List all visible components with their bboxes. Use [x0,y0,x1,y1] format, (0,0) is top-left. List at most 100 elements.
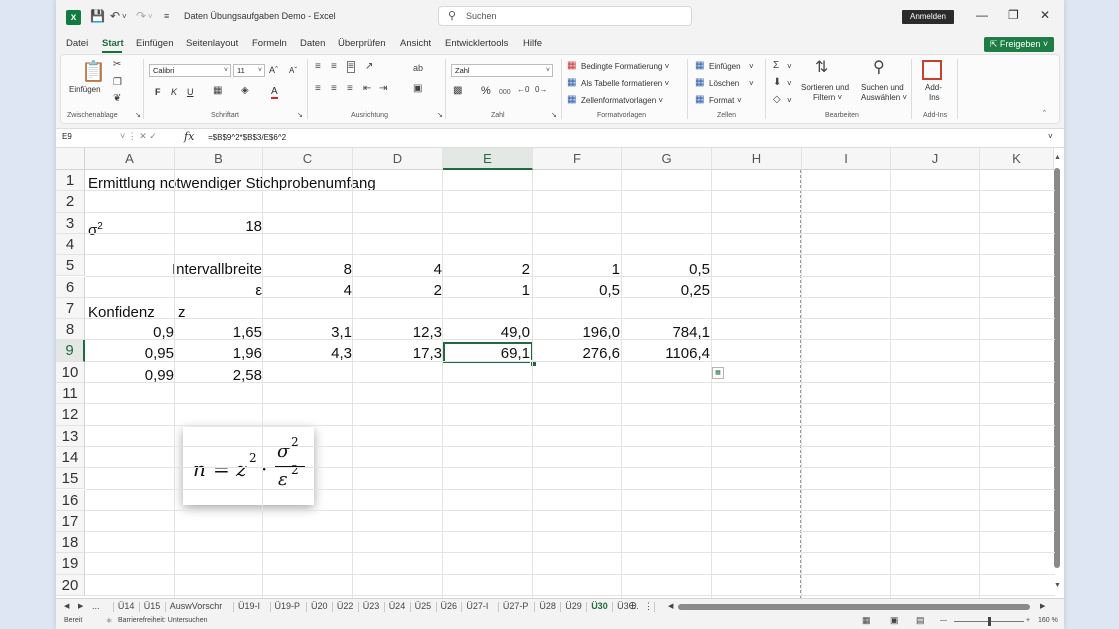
format-dropdown-icon[interactable]: ˅ [737,96,742,105]
clipboard-launcher-icon[interactable]: ↘ [135,111,141,119]
clear-icon[interactable]: ◇ [773,94,781,105]
search-box[interactable]: ⚲ Suchen [438,6,692,26]
row-header[interactable]: 13 [56,425,85,447]
hscroll-left-icon[interactable]: ◀ [668,602,673,610]
row-header[interactable]: 20 [56,574,85,596]
tab-scroll-left-icon[interactable]: ◀ [64,602,69,610]
undo-icon[interactable]: ↶ [110,9,120,23]
formula-input[interactable]: =$B$9^2*$B$3/E$6^2 [208,133,286,142]
accessibility-icon[interactable]: ⚛ [106,617,112,625]
row-header[interactable]: 15 [56,468,85,490]
tab-ueberpruefen[interactable]: Überprüfen [338,38,386,49]
tab-entwicklertools[interactable]: Entwicklertools [445,38,508,49]
decrease-decimal-icon[interactable]: 0→ [535,85,547,94]
name-box[interactable]: E9 [62,132,72,141]
tab-ansicht[interactable]: Ansicht [400,38,431,49]
cell-d6[interactable]: 2 [354,280,442,301]
sheet-tab[interactable]: ... [92,601,100,611]
column-header[interactable]: A [85,148,175,170]
conditional-formatting-button[interactable]: Bedingte Formatierung ˅ [581,62,669,71]
cell-b5[interactable]: Intervallbreite [116,259,262,280]
row-header[interactable]: 19 [56,553,85,575]
cell-styles-icon[interactable]: ▦ [567,94,576,105]
row-header[interactable]: 8 [56,319,85,341]
worksheet-grid[interactable]: Ermittlung notwendiger Stichprobenumfang… [56,148,1064,598]
fill-dropdown-icon[interactable]: ˅ [787,79,792,88]
conditional-formatting-icon[interactable]: ▦ [567,60,576,71]
number-launcher-icon[interactable]: ↘ [551,111,557,119]
cell-b7[interactable]: z [178,302,186,323]
alignment-launcher-icon[interactable]: ↘ [437,111,443,119]
tab-scroll-right-icon[interactable]: ▶ [78,602,83,610]
number-format-combo[interactable]: Zahl ˅ [451,64,553,77]
insert-dropdown-icon[interactable]: ˅ [749,62,754,71]
sheet-tab[interactable]: Ü23 [363,601,380,611]
align-top-icon[interactable]: ≡ [315,61,321,72]
cell-c5[interactable]: 8 [264,259,352,280]
accessibility-status[interactable]: Barrierefreiheit: Untersuchen [118,617,208,624]
format-cells-icon[interactable]: ▦ [695,94,704,105]
addins-label-1[interactable]: Add- [925,83,942,92]
horizontal-scroll-thumb[interactable] [678,604,1030,610]
column-header[interactable]: C [263,148,353,170]
row-header[interactable]: 18 [56,532,85,554]
accounting-format-icon[interactable]: ▩ [453,85,462,96]
hscroll-right-icon[interactable]: ▶ [1040,602,1045,610]
tab-hilfe[interactable]: Hilfe [523,38,542,49]
borders-icon[interactable]: ▦ [213,85,222,96]
delete-dropdown-icon[interactable]: ˅ [749,79,754,88]
formula-image[interactable]: n = z 2 · σ 2 ε 2 [183,427,314,505]
bold-button[interactable]: F [155,87,161,97]
cell-f5[interactable]: 1 [532,259,620,280]
expand-formula-bar-icon[interactable]: ˅ [1048,132,1053,141]
scroll-down-icon[interactable]: ▼ [1054,582,1061,589]
row-header[interactable]: 12 [56,404,85,426]
cell-g6[interactable]: 0,25 [622,280,710,301]
tab-einfuegen[interactable]: Einfügen [136,38,174,49]
column-header[interactable]: J [891,148,980,170]
insert-function-icon[interactable]: fx [184,130,194,143]
restore-icon[interactable]: ❐ [1008,8,1019,22]
sort-filter-icon[interactable]: ⇅ [815,57,828,77]
column-header[interactable]: H [712,148,802,170]
sheet-tab[interactable]: Ü15 [144,601,161,611]
sort-filter-label-1[interactable]: Sortieren und [801,83,849,92]
sheet-tab[interactable]: Ü19-P [275,601,301,611]
copy-icon[interactable]: ❐ [113,77,122,88]
addins-icon[interactable] [922,60,942,80]
row-header[interactable]: 1 [56,170,85,192]
column-header[interactable]: K [980,148,1054,170]
row-header[interactable]: 11 [56,383,85,405]
row-header[interactable]: 2 [56,191,85,213]
format-cells-button[interactable]: Format [709,96,734,105]
row-header[interactable]: 5 [56,255,85,277]
fill-icon[interactable]: ⬇ [773,77,781,88]
row-header[interactable]: 6 [56,276,85,298]
tab-start[interactable]: Start [102,38,124,49]
cell-e6[interactable]: 1 [444,280,530,301]
clear-dropdown-icon[interactable]: ˅ [787,96,792,105]
zoom-slider-thumb[interactable] [988,617,991,626]
autosum-icon[interactable]: Σ [773,60,779,71]
redo-icon[interactable]: ↷ [136,9,146,23]
sheet-tab[interactable]: Ü29 [565,601,582,611]
align-middle-icon[interactable]: ≡ [331,61,337,72]
increase-decimal-icon[interactable]: ←0 [517,85,529,94]
font-name-combo[interactable]: Calibri ˅ [149,64,231,77]
cell-styles-button[interactable]: Zellenformatvorlagen ˅ [581,96,663,105]
align-center-icon[interactable]: ≡ [331,83,337,94]
find-select-icon[interactable]: ⚲ [873,57,885,77]
decrease-indent-icon[interactable]: ⇤ [363,83,371,94]
tab-seitenlayout[interactable]: Seitenlayout [186,38,238,49]
column-header[interactable]: F [533,148,622,170]
vertical-scroll-thumb[interactable] [1054,168,1060,568]
column-header[interactable]: E [443,148,533,170]
column-header[interactable]: G [622,148,712,170]
save-icon[interactable]: 💾 [90,9,105,23]
underline-button[interactable]: U [187,87,194,97]
redo-dropdown-icon[interactable]: ˅ [148,12,153,21]
paste-icon[interactable]: 📋 [81,59,106,84]
sheet-tab[interactable]: Ü24 [389,601,406,611]
thousands-button[interactable]: 000 [499,89,511,96]
sheet-tab[interactable]: Ü20 [311,601,328,611]
